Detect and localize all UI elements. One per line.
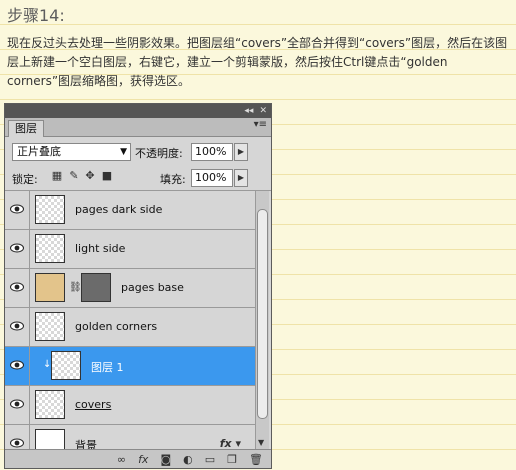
link-icon: ⛓ [69,282,82,293]
lock-move-icon[interactable]: ✥ [83,169,97,183]
layer-name: light side [75,242,126,255]
opacity-slider-button[interactable]: ▶ [234,143,248,161]
layers-list: pages dark side light side ⛓ pages base … [5,191,255,449]
blend-mode-select[interactable]: 正片叠底 ▼ [12,143,131,161]
eye-icon [10,399,24,409]
tab-layers[interactable]: 图层 [8,120,44,137]
layer-row[interactable]: 背景 fx ▾ [5,425,255,449]
eye-icon [10,438,24,448]
layer-name: 图层 1 [91,361,124,374]
visibility-toggle[interactable] [5,425,30,449]
layer-row[interactable]: light side [5,230,255,269]
panel-menu-icon[interactable]: ▾≡ [254,119,267,130]
visibility-toggle[interactable] [5,230,30,268]
lock-label: 锁定: [12,173,38,186]
eye-icon [10,321,24,331]
fx-icon[interactable]: fx [138,453,148,466]
fill-label: 填充: [160,173,186,186]
eye-icon [10,360,24,370]
blend-mode-value: 正片叠底 [17,145,61,158]
close-icon[interactable]: ✕ [259,104,267,118]
scroll-thumb[interactable] [257,209,268,419]
eye-icon [10,204,24,214]
step-title: 步骤14: [7,6,65,25]
panel-titlebar: ◂◂ ✕ [5,104,271,118]
layer-row[interactable]: pages dark side [5,191,255,230]
visibility-toggle[interactable] [5,386,30,424]
link-icon[interactable]: ∞ [117,453,126,466]
instruction-paragraph: 现在反过头去处理一些阴影效果。把图层组“covers”全部合并得到“covers… [7,36,508,88]
group-icon[interactable]: ▭ [205,453,215,466]
eye-icon [10,243,24,253]
blend-row: 正片叠底 ▼ 不透明度: 100% ▶ [5,137,271,164]
lock-transparency-icon[interactable]: ▦ [50,169,64,183]
lock-row: 锁定: ▦ ✎ ✥ ■ 填充: 100% ▶ [5,164,271,191]
visibility-toggle[interactable] [5,308,30,346]
layers-panel: ◂◂ ✕ 图层 ▾≡ 正片叠底 ▼ 不透明度: 100% ▶ 锁定: ▦ ✎ ✥… [4,103,272,469]
layer-thumbnail[interactable] [35,429,65,449]
layer-thumbnail[interactable] [35,273,65,302]
layers-scrollbar[interactable]: ▼ [255,191,269,449]
fill-slider-button[interactable]: ▶ [234,169,248,187]
layer-thumbnail[interactable] [35,195,65,224]
chevron-down-icon: ▼ [120,147,127,157]
layer-name: pages base [121,281,184,294]
layer-row[interactable]: ⛓ pages base [5,269,255,308]
new-layer-icon[interactable]: ❐ [227,453,237,466]
mask-icon[interactable]: ◙ [160,453,171,466]
layer-thumbnail[interactable] [35,312,65,341]
fill-input[interactable]: 100% [191,169,233,187]
opacity-label: 不透明度: [135,147,183,160]
panel-tab-row: 图层 ▾≡ [5,118,271,137]
lock-all-icon[interactable]: ■ [100,169,114,183]
scroll-down-icon[interactable]: ▼ [258,438,264,447]
layer-name: golden corners [75,320,158,333]
layer-name: 背景 [75,439,97,449]
layer-row[interactable]: covers [5,386,255,425]
panel-bottom-toolbar: ∞ fx ◙ ◐ ▭ ❐ 🗑 [5,449,271,468]
layer-row-selected[interactable]: ↓ 图层 1 [5,347,255,386]
visibility-toggle[interactable] [5,347,30,385]
layer-thumbnail[interactable] [35,390,65,419]
fx-icon[interactable]: fx ▾ [220,437,241,449]
visibility-toggle[interactable] [5,191,30,229]
collapse-icon[interactable]: ◂◂ [244,104,253,118]
layer-row[interactable]: golden corners [5,308,255,347]
adjustment-icon[interactable]: ◐ [183,453,193,466]
layer-mask-thumbnail[interactable] [81,273,111,302]
eye-icon [10,282,24,292]
layer-thumbnail[interactable] [51,351,81,380]
lock-brush-icon[interactable]: ✎ [67,169,81,183]
opacity-input[interactable]: 100% [191,143,233,161]
visibility-toggle[interactable] [5,269,30,307]
layer-name: pages dark side [75,203,163,216]
trash-icon[interactable]: 🗑 [249,453,263,466]
layer-name: covers [75,398,112,411]
layer-thumbnail[interactable] [35,234,65,263]
